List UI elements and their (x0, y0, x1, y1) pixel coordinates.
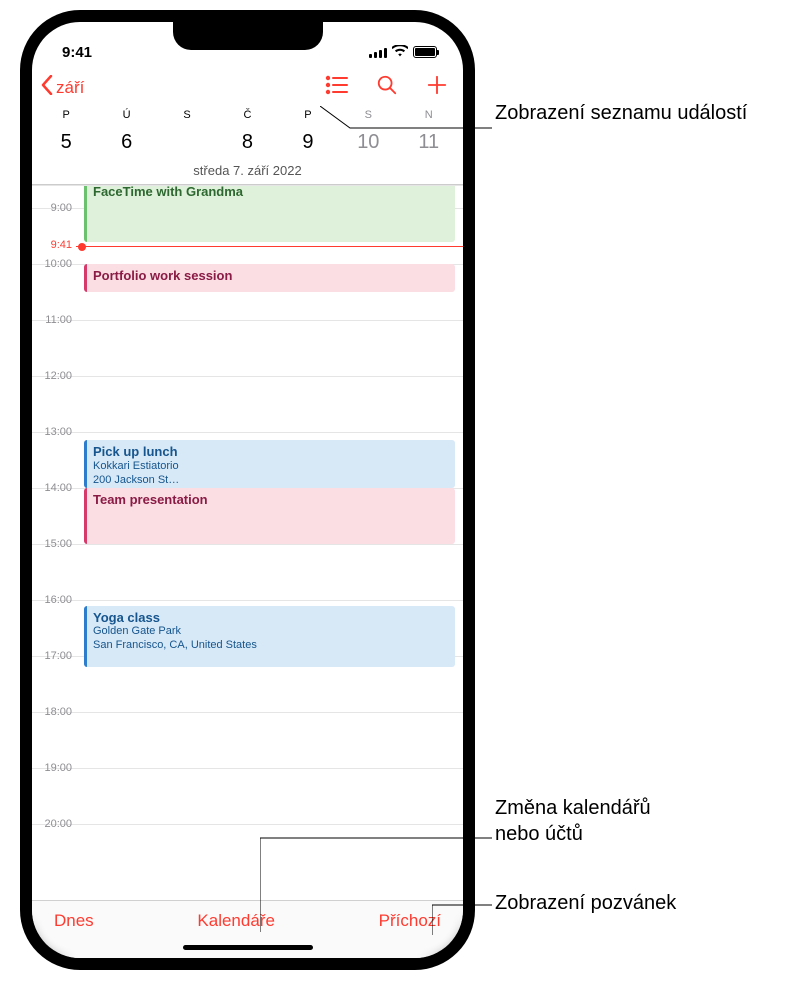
day-number[interactable]: 8 (227, 125, 267, 159)
event-subtitle: 200 Jackson St… (93, 474, 447, 488)
day-number[interactable]: 9 (288, 125, 328, 159)
hour-label: 9:00 (32, 202, 78, 214)
hour-row: 19:00 (32, 768, 463, 824)
hour-label: 14:00 (32, 482, 78, 494)
calendar-event[interactable]: Pick up lunchKokkari Estiatorio200 Jacks… (84, 440, 455, 488)
day-timeline[interactable]: 9:0010:0011:0012:0013:0014:0015:0016:001… (32, 185, 463, 875)
add-icon[interactable] (425, 74, 449, 101)
callout-line (432, 903, 492, 937)
battery-icon (413, 46, 437, 58)
hour-row: 18:00 (32, 712, 463, 768)
hour-label: 11:00 (32, 314, 78, 326)
weekday-label: Ú (107, 109, 147, 121)
navigation-bar: září (32, 68, 463, 103)
event-title: Yoga class (93, 610, 447, 626)
hour-label: 16:00 (32, 594, 78, 606)
search-icon[interactable] (375, 74, 399, 101)
hour-label: 10:00 (32, 258, 78, 270)
callout-invitations: Zobrazení pozvánek (495, 890, 676, 916)
weekday-label: S (167, 109, 207, 121)
hour-label: 19:00 (32, 762, 78, 774)
callout-list-view: Zobrazení seznamu událostí (495, 100, 747, 126)
day-number[interactable]: 5 (46, 125, 86, 159)
status-time: 9:41 (62, 44, 92, 61)
day-number[interactable]: 11 (409, 125, 449, 159)
notch (173, 22, 323, 50)
current-time-indicator: 9:41 (32, 246, 463, 247)
calendar-event[interactable]: Team presentation (84, 488, 455, 544)
hour-label: 12:00 (32, 370, 78, 382)
event-title: FaceTime with Grandma (93, 185, 447, 200)
hour-row: 15:00 (32, 544, 463, 600)
phone-screen: 9:41 září (32, 22, 463, 958)
hour-row: 12:00 (32, 376, 463, 432)
day-number[interactable]: 6 (107, 125, 147, 159)
cellular-signal-icon (369, 47, 387, 58)
event-subtitle: Kokkari Estiatorio (93, 460, 447, 474)
hour-row: 11:00 (32, 320, 463, 376)
callout-change-calendars: Změna kalendářů nebo účtů (495, 795, 651, 847)
wifi-icon (392, 44, 408, 61)
calendar-event[interactable]: Yoga classGolden Gate ParkSan Francisco,… (84, 606, 455, 668)
hour-label: 13:00 (32, 426, 78, 438)
event-subtitle: Golden Gate Park (93, 625, 447, 639)
back-button[interactable]: září (40, 75, 84, 100)
back-label: září (56, 78, 84, 98)
phone-frame: 9:41 září (20, 10, 475, 970)
event-subtitle: San Francisco, CA, United States (93, 639, 447, 653)
event-title: Pick up lunch (93, 444, 447, 460)
weekday-label: P (46, 109, 86, 121)
list-view-icon[interactable] (325, 74, 349, 101)
status-icons (369, 44, 437, 61)
day-number[interactable]: 7 (167, 125, 207, 159)
home-indicator (183, 945, 313, 950)
current-time-label: 9:41 (32, 239, 76, 251)
day-number[interactable]: 10 (348, 125, 388, 159)
chevron-left-icon (40, 75, 54, 100)
callout-line (320, 106, 492, 130)
hour-label: 17:00 (32, 650, 78, 662)
current-date-label: středa 7. září 2022 (36, 163, 459, 178)
hour-label: 15:00 (32, 538, 78, 550)
hour-label: 18:00 (32, 706, 78, 718)
calendar-event[interactable]: Portfolio work session (84, 264, 455, 292)
calendar-event[interactable]: FaceTime with Grandma (84, 185, 455, 242)
event-title: Team presentation (93, 492, 447, 508)
today-button[interactable]: Dnes (54, 911, 94, 931)
weekday-label: Č (227, 109, 267, 121)
event-title: Portfolio work session (93, 268, 447, 284)
hour-label: 20:00 (32, 818, 78, 830)
